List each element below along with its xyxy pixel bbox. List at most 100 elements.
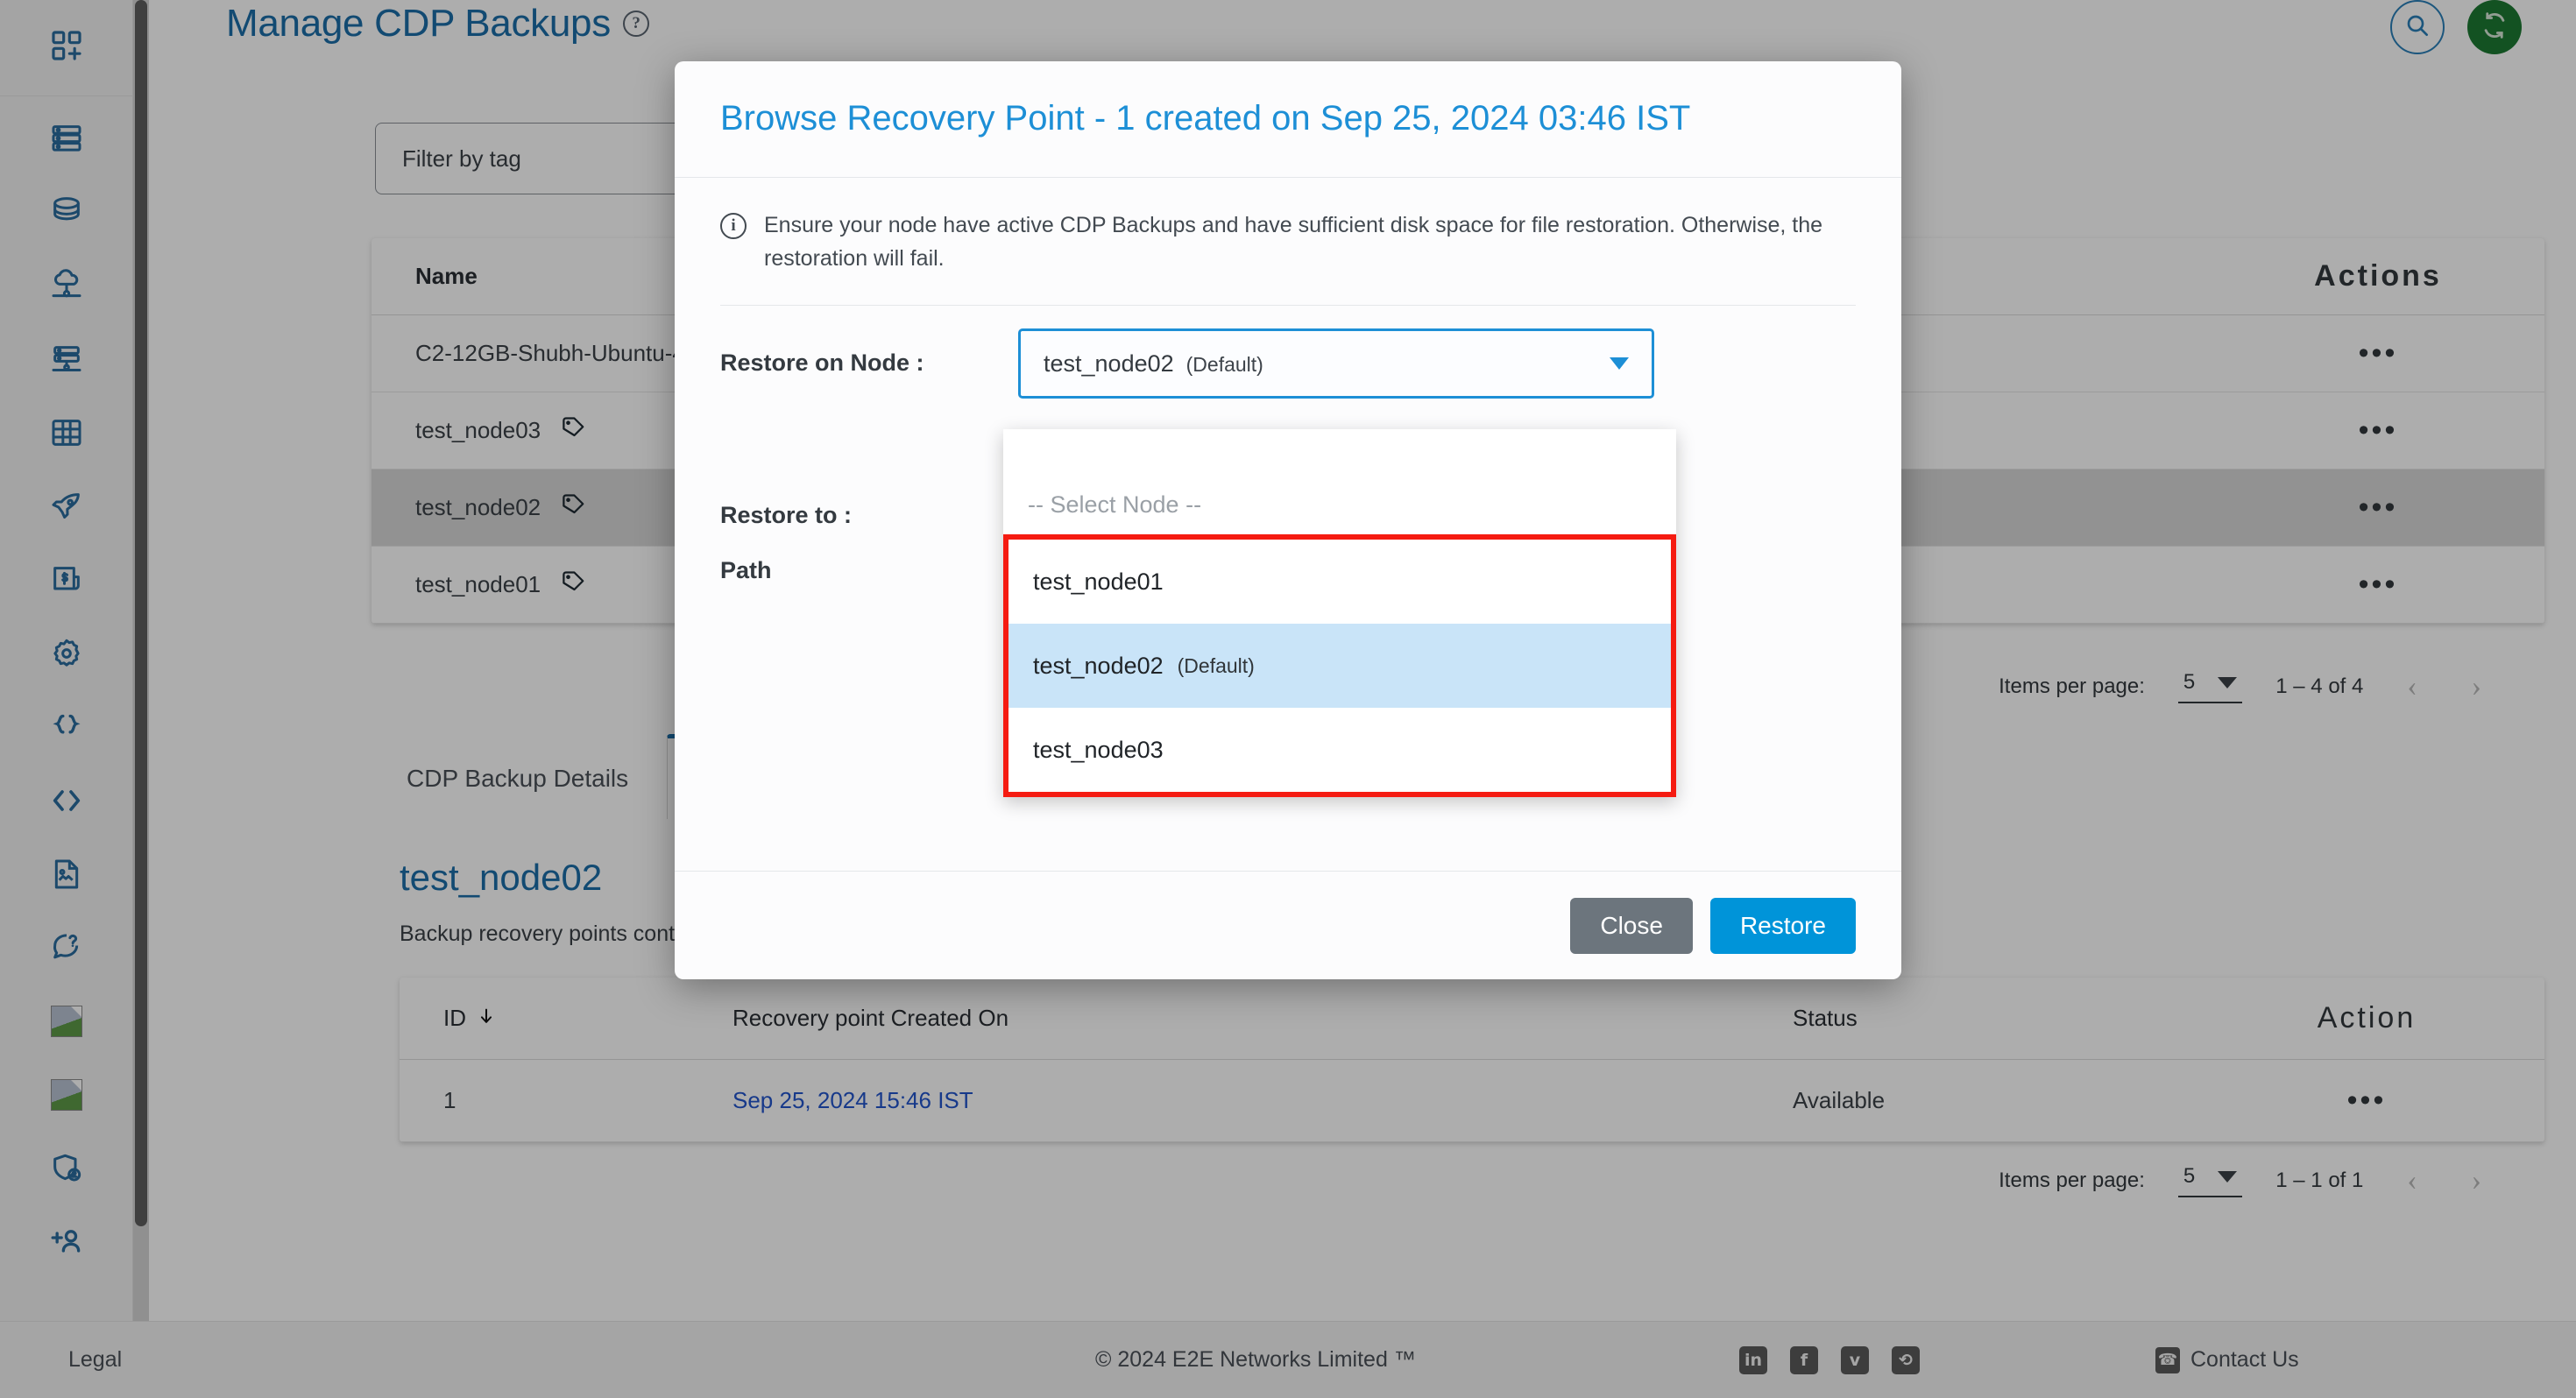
restore-button[interactable]: Restore — [1709, 897, 1856, 954]
footer-contact-us-link[interactable]: ☎ Contact Us — [2155, 1346, 2299, 1373]
filter-by-tag-label: Filter by tag — [402, 145, 521, 172]
sidebar-item-storage-grid[interactable] — [0, 396, 132, 470]
table-row[interactable]: 1 Sep 25, 2024 15:46 IST Available ••• — [400, 1060, 2544, 1142]
caret-down-icon — [1610, 357, 1629, 371]
footer-contact-label: Contact Us — [2190, 1347, 2299, 1372]
node-name-text: C2-12GB-Shubh-Ubuntu-452 — [415, 340, 711, 366]
page-range-label: 1 – 4 of 4 — [2275, 674, 2364, 698]
footer-legal-link[interactable]: Legal — [68, 1347, 122, 1373]
rss-icon[interactable]: ⟲ — [1892, 1345, 1920, 1374]
row-actions-button[interactable]: ••• — [2212, 413, 2544, 448]
dropdown-option-test-node02[interactable]: test_node02 (Default) — [1008, 624, 1671, 708]
tag-icon[interactable] — [560, 491, 586, 524]
sidebar-item-database[interactable] — [0, 175, 132, 249]
page-title: Manage CDP Backups ? — [226, 2, 649, 46]
chevron-left-icon[interactable]: ‹ — [2396, 1164, 2427, 1197]
rocket-icon — [49, 489, 84, 524]
add-user-icon — [49, 1225, 84, 1260]
tag-icon[interactable] — [560, 414, 586, 447]
row-actions-button[interactable]: ••• — [2191, 1084, 2542, 1118]
search-icon — [2403, 11, 2431, 44]
footer-copyright: © 2024 E2E Networks Limited ™ — [1095, 1347, 1416, 1372]
refresh-button[interactable] — [2467, 0, 2522, 54]
node-name-text: test_node02 — [415, 494, 541, 520]
restore-to-label: Restore to : — [720, 502, 853, 529]
restore-on-node-select[interactable]: test_node02 (Default) — [1018, 328, 1654, 399]
grid-storage-icon — [49, 415, 84, 450]
document-image-icon — [49, 857, 84, 892]
column-header-id[interactable]: ID — [400, 1005, 732, 1032]
dropdown-option-label: test_node02 — [1033, 652, 1164, 679]
items-per-page-select[interactable]: 5 — [2177, 670, 2243, 703]
dropdown-option-test-node01[interactable]: test_node01 — [1008, 540, 1671, 624]
sidebar-item-dashboard-add[interactable] — [0, 0, 132, 96]
code-angle-icon — [49, 783, 84, 818]
items-per-page-select[interactable]: 5 — [2177, 1164, 2243, 1197]
items-per-page-value: 5 — [2183, 1164, 2196, 1188]
page-range-label: 1 – 1 of 1 — [2275, 1169, 2364, 1192]
tag-icon[interactable] — [560, 568, 586, 601]
sidebar-item-images[interactable] — [0, 837, 132, 911]
chevron-left-icon[interactable]: ‹ — [2396, 670, 2427, 703]
chevron-right-icon[interactable]: › — [2461, 1164, 2492, 1197]
dropdown-placeholder-option[interactable]: -- Select Node -- — [1003, 429, 1676, 534]
row-actions-button[interactable]: ••• — [2212, 336, 2544, 371]
server-stack-icon — [49, 121, 84, 156]
database-icon — [49, 194, 84, 229]
recovery-point-created-link[interactable]: Sep 25, 2024 15:46 IST — [732, 1087, 1793, 1114]
recovery-point-paginator: Items per page: 5 1 – 1 of 1 ‹ › — [400, 1139, 2544, 1223]
dropdown-option-label: test_node01 — [1033, 568, 1164, 595]
sidebar-item-launch[interactable] — [0, 470, 132, 543]
recovery-point-table: ID Recovery point Created On Status Acti… — [400, 978, 2544, 1142]
sidebar-item-broken-1[interactable] — [0, 985, 132, 1058]
table-header-row: ID Recovery point Created On Status Acti… — [400, 978, 2544, 1060]
dropdown-option-test-node03[interactable]: test_node03 — [1008, 708, 1671, 792]
search-button[interactable] — [2390, 0, 2445, 54]
sidebar-item-support[interactable] — [0, 911, 132, 985]
select-value: test_node02 — [1044, 350, 1174, 377]
column-header-actions: Actions — [2314, 259, 2442, 293]
help-circle-icon[interactable]: ? — [622, 11, 649, 37]
sidebar-item-add-user[interactable] — [0, 1205, 132, 1279]
sidebar-item-settings[interactable] — [0, 617, 132, 690]
chat-question-icon — [49, 930, 84, 965]
app-root: Manage CDP Backups ? Filter by tag Name … — [0, 0, 2576, 1398]
scrollbar-thumb[interactable] — [135, 0, 147, 1226]
server-network-icon — [49, 342, 84, 377]
sidebar-item-api[interactable] — [0, 690, 132, 764]
row-actions-button[interactable]: ••• — [2212, 568, 2544, 602]
sidebar-item-security[interactable] — [0, 1132, 132, 1205]
close-button[interactable]: Close — [1570, 897, 1693, 954]
page-title-text: Manage CDP Backups — [226, 2, 611, 45]
sidebar-item-broken-2[interactable] — [0, 1058, 132, 1132]
gear-icon — [49, 636, 84, 671]
sidebar-item-code[interactable] — [0, 764, 132, 837]
items-per-page-value: 5 — [2183, 670, 2196, 694]
footer-socials: in f ᴠ ⟲ — [1739, 1345, 1920, 1374]
restore-on-node-label: Restore on Node : — [720, 350, 924, 377]
row-actions-button[interactable]: ••• — [2212, 491, 2544, 525]
restore-on-node-row: Restore on Node : test_node02 (Default) — [675, 328, 1901, 399]
chevron-down-icon — [2218, 676, 2238, 688]
sidebar-item-billing[interactable] — [0, 543, 132, 617]
sidebar-item-servers[interactable] — [0, 102, 132, 175]
filter-by-tag-select[interactable]: Filter by tag — [375, 123, 725, 194]
broken-image-icon — [50, 1079, 82, 1111]
sidebar-item-cloud-network[interactable] — [0, 249, 132, 322]
tab-cdp-backup-details[interactable]: CDP Backup Details — [368, 738, 667, 819]
sidebar — [0, 0, 133, 1321]
detail-title: test_node02 — [400, 857, 603, 898]
broken-image-icon — [50, 1006, 82, 1037]
linkedin-icon[interactable]: in — [1739, 1345, 1767, 1374]
cloud-network-icon — [49, 268, 84, 303]
sidebar-item-node-network[interactable] — [0, 322, 132, 396]
column-header-action: Action — [2317, 1001, 2417, 1034]
facebook-icon[interactable]: f — [1790, 1345, 1818, 1374]
phone-icon: ☎ — [2155, 1346, 2180, 1373]
column-header-status: Status — [1793, 1005, 1858, 1031]
sidebar-scrollbar[interactable] — [133, 0, 149, 1321]
chevron-right-icon[interactable]: › — [2461, 670, 2492, 703]
column-header-created-on: Recovery point Created On — [732, 1005, 1009, 1031]
twitter-icon[interactable]: ᴠ — [1841, 1345, 1869, 1374]
chevron-down-icon — [2218, 1170, 2238, 1183]
